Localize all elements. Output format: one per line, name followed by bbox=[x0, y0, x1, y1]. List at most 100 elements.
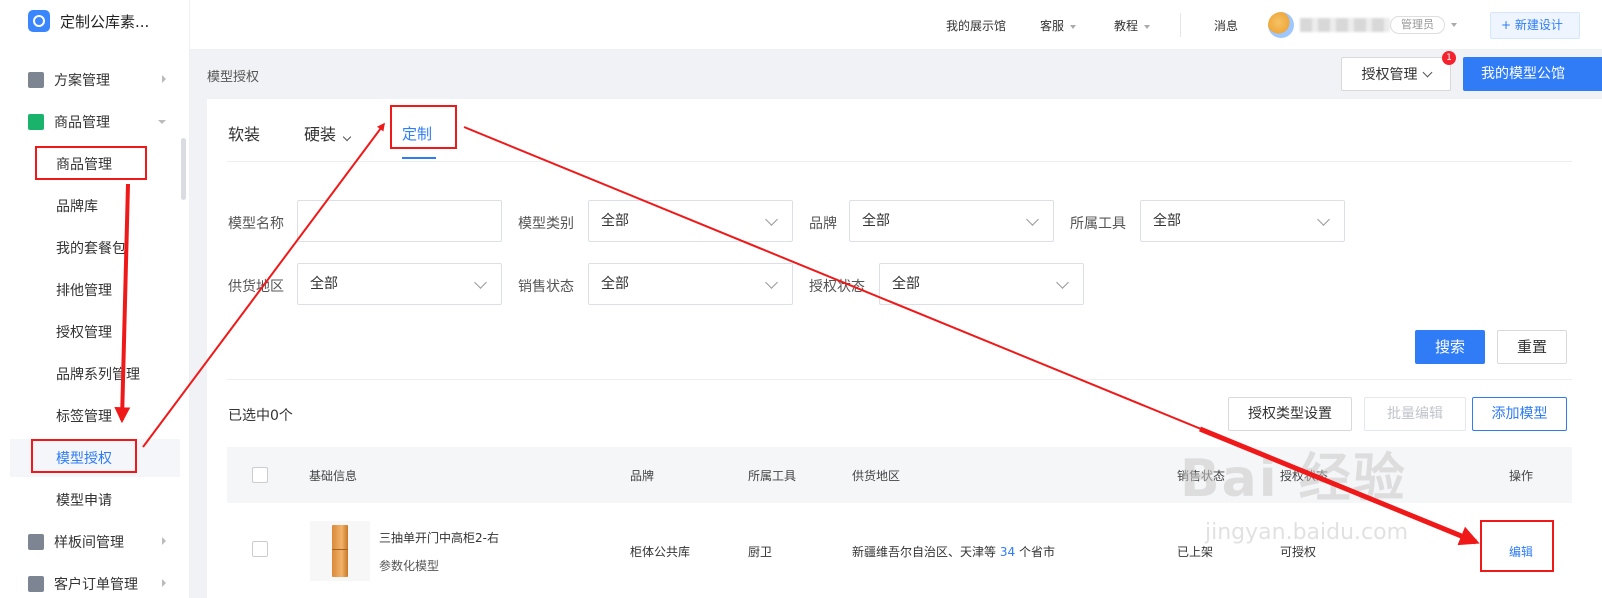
sidebar-item-brand-library[interactable]: 品牌库 bbox=[0, 187, 188, 225]
showroom-link[interactable]: 我的展示馆 bbox=[946, 17, 1006, 34]
brand-value: 全部 bbox=[862, 213, 890, 229]
watermark-url: jingyan.baidu.com bbox=[1205, 520, 1409, 545]
col-actions: 操作 bbox=[1509, 469, 1534, 483]
chevron-down-icon bbox=[1056, 276, 1069, 289]
chevron-down-icon bbox=[342, 132, 352, 142]
divider bbox=[227, 379, 1572, 380]
tab-soft[interactable]: 软装 bbox=[228, 121, 260, 145]
auth-manage-label: 授权管理 bbox=[1361, 67, 1418, 83]
top-bar: 我的展示馆 客服 教程 消息 管理员 + 新建设计 bbox=[190, 0, 1602, 50]
model-thumbnail[interactable] bbox=[310, 521, 370, 581]
user-caret-icon[interactable] bbox=[1451, 23, 1457, 27]
service-menu[interactable]: 客服 bbox=[1040, 17, 1077, 34]
folder-icon bbox=[28, 72, 44, 88]
model-name-label: 模型名称 bbox=[228, 216, 284, 232]
nav-plan-management[interactable]: 方案管理 bbox=[0, 61, 188, 99]
model-type-label: 模型类别 bbox=[518, 216, 574, 232]
search-button[interactable]: 搜索 bbox=[1415, 330, 1485, 364]
chevron-down-icon bbox=[1026, 213, 1039, 226]
sidebar-item-authorization[interactable]: 授权管理 bbox=[0, 313, 188, 351]
service-label: 客服 bbox=[1040, 19, 1065, 33]
app-logo[interactable]: 定制公库素... bbox=[28, 10, 149, 32]
avatar[interactable] bbox=[1268, 12, 1294, 38]
region-count-link[interactable]: 34 bbox=[1000, 545, 1015, 559]
layout-icon bbox=[28, 534, 44, 550]
sidebar-item-my-packages[interactable]: 我的套餐包 bbox=[0, 229, 188, 267]
breadcrumb: 模型授权 bbox=[207, 70, 260, 85]
cabinet-image bbox=[332, 525, 348, 577]
chevron-right-icon bbox=[162, 75, 166, 83]
tutorial-menu[interactable]: 教程 bbox=[1114, 17, 1151, 34]
shopping-bag-icon bbox=[28, 114, 44, 130]
model-name: 三抽单开门中高柜2-右 bbox=[379, 531, 499, 545]
auth-type-setting-button[interactable]: 授权类型设置 bbox=[1228, 397, 1352, 431]
annotation-box-product-management bbox=[35, 146, 147, 180]
auth-status-value: 全部 bbox=[892, 276, 920, 292]
model-brand: 柜体公共库 bbox=[630, 545, 691, 559]
col-brand: 品牌 bbox=[630, 469, 655, 483]
tool-select[interactable]: 全部 bbox=[1140, 200, 1345, 242]
chevron-down-icon bbox=[765, 213, 778, 226]
auth-manage-dropdown[interactable]: 授权管理 bbox=[1341, 57, 1451, 91]
region-value: 全部 bbox=[310, 276, 338, 292]
model-kind: 参数化模型 bbox=[379, 559, 440, 573]
model-name-input[interactable] bbox=[297, 200, 502, 242]
logo-icon bbox=[28, 10, 50, 32]
col-tool: 所属工具 bbox=[748, 469, 797, 483]
col-basic-info: 基础信息 bbox=[309, 469, 358, 483]
col-region: 供货地区 bbox=[852, 469, 901, 483]
region-text: 新疆维吾尔自治区、天津等 bbox=[852, 545, 997, 559]
sidebar-item-exclusive[interactable]: 排他管理 bbox=[0, 271, 188, 309]
model-type-value: 全部 bbox=[601, 213, 629, 229]
annotation-box-edit bbox=[1480, 520, 1554, 572]
sidebar-item-model-application[interactable]: 模型申请 bbox=[0, 481, 188, 519]
messages-link[interactable]: 消息 bbox=[1214, 17, 1238, 34]
auth-status-select[interactable]: 全部 bbox=[879, 263, 1084, 305]
batch-edit-button[interactable]: 批量编辑 bbox=[1364, 397, 1466, 431]
sidebar: 定制公库素... 方案管理 商品管理 商品管理 品牌库 我的套餐包 排他管理 授… bbox=[0, 0, 190, 598]
chevron-down-icon bbox=[1422, 67, 1432, 77]
sale-status-select[interactable]: 全部 bbox=[588, 263, 793, 305]
selected-count: 已选中0个 bbox=[228, 408, 293, 424]
tool-label: 所属工具 bbox=[1070, 216, 1126, 232]
chevron-right-icon bbox=[162, 537, 166, 545]
caret-down-icon bbox=[1144, 24, 1151, 29]
add-model-button[interactable]: 添加模型 bbox=[1472, 397, 1567, 431]
region-label: 供货地区 bbox=[228, 279, 284, 295]
region-select[interactable]: 全部 bbox=[297, 263, 502, 305]
nav-product-management[interactable]: 商品管理 bbox=[0, 103, 188, 141]
divider bbox=[1180, 13, 1181, 37]
sidebar-item-tags[interactable]: 标签管理 bbox=[0, 397, 188, 435]
model-type-select[interactable]: 全部 bbox=[588, 200, 793, 242]
nav-showroom-management[interactable]: 样板间管理 bbox=[0, 523, 188, 561]
caret-down-icon bbox=[1070, 24, 1077, 29]
notification-badge: 1 bbox=[1442, 51, 1456, 65]
model-tool: 厨卫 bbox=[748, 545, 773, 559]
order-icon bbox=[28, 576, 44, 592]
annotation-box-model-authorization bbox=[31, 439, 137, 473]
tutorial-label: 教程 bbox=[1114, 19, 1139, 33]
nav-customer-orders[interactable]: 客户订单管理 bbox=[0, 565, 188, 598]
select-all-checkbox[interactable] bbox=[252, 467, 268, 483]
chevron-down-icon bbox=[1317, 213, 1330, 226]
nav-label: 方案管理 bbox=[54, 73, 110, 89]
my-model-library-button[interactable]: 我的模型公馆 bbox=[1463, 57, 1602, 91]
chevron-right-icon bbox=[162, 579, 166, 587]
tool-value: 全部 bbox=[1153, 213, 1181, 229]
model-auth-status: 可授权 bbox=[1280, 545, 1317, 559]
row-checkbox[interactable] bbox=[252, 541, 268, 557]
active-tab-indicator bbox=[402, 157, 436, 159]
nav-label: 样板间管理 bbox=[54, 535, 124, 551]
chevron-down-icon bbox=[765, 276, 778, 289]
tab-hard[interactable]: 硬装 bbox=[304, 121, 352, 145]
model-region: 新疆维吾尔自治区、天津等 34 个省市 bbox=[852, 543, 1055, 560]
new-design-button[interactable]: + 新建设计 bbox=[1490, 12, 1580, 39]
brand-select[interactable]: 全部 bbox=[849, 200, 1054, 242]
auth-status-label: 授权状态 bbox=[809, 279, 865, 295]
sale-status-value: 全部 bbox=[601, 276, 629, 292]
sidebar-item-brand-series[interactable]: 品牌系列管理 bbox=[0, 355, 188, 393]
table-row: 三抽单开门中高柜2-右 参数化模型 柜体公共库 厨卫 新疆维吾尔自治区、天津等 … bbox=[227, 503, 1572, 598]
sale-status-label: 销售状态 bbox=[518, 279, 574, 295]
reset-button[interactable]: 重置 bbox=[1497, 330, 1567, 364]
chevron-down-icon bbox=[474, 276, 487, 289]
